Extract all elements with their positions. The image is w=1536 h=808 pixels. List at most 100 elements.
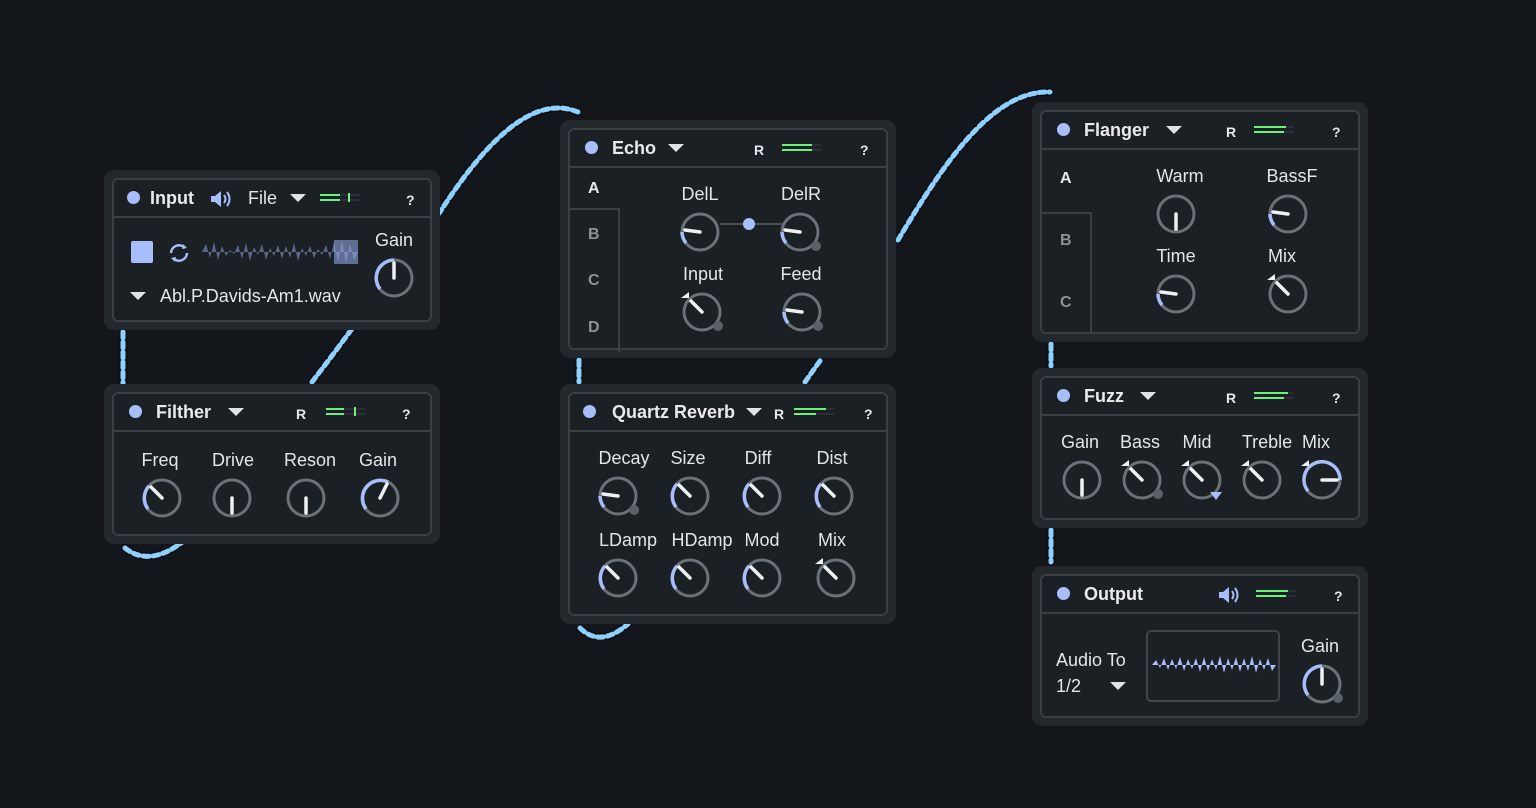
device-echo-body: Echo R ? A B C D DelL DelR Input Feed xyxy=(568,128,888,352)
tab-d[interactable]: D xyxy=(588,319,600,337)
level-meter xyxy=(320,193,360,203)
device-on-toggle[interactable] xyxy=(1057,123,1070,136)
waveform-display[interactable] xyxy=(202,236,358,268)
delr-knob[interactable] xyxy=(778,210,822,254)
dell-knob[interactable] xyxy=(678,210,722,254)
mix-knob[interactable] xyxy=(1300,458,1344,502)
chevron-down-icon[interactable] xyxy=(1140,392,1156,400)
source-select[interactable]: File xyxy=(248,188,277,209)
link-toggle[interactable] xyxy=(743,218,755,230)
device-echo: Echo R ? A B C D DelL DelR Input Feed xyxy=(560,120,896,358)
device-on-toggle[interactable] xyxy=(583,405,596,418)
help-button[interactable]: ? xyxy=(864,406,873,422)
stop-icon[interactable] xyxy=(131,241,153,263)
knob-label: Time xyxy=(1156,246,1196,266)
mid-knob[interactable] xyxy=(1180,458,1224,502)
chevron-down-icon[interactable] xyxy=(228,408,244,416)
knob-label: DelR xyxy=(780,184,821,204)
bassf-knob[interactable] xyxy=(1266,192,1310,236)
tab-divider xyxy=(618,208,620,352)
device-header: Echo R ? xyxy=(570,130,886,168)
tab-b[interactable]: B xyxy=(1060,232,1072,250)
cable-echo-reverb[interactable] xyxy=(575,354,826,386)
tab-a[interactable]: A xyxy=(1060,170,1072,188)
device-header: Output ? xyxy=(1042,576,1358,614)
dist-knob[interactable] xyxy=(812,474,856,518)
gain-knob[interactable] xyxy=(372,256,416,300)
device-on-toggle[interactable] xyxy=(1057,587,1070,600)
randomize-button[interactable]: R xyxy=(774,406,784,422)
gain-knob[interactable] xyxy=(1300,662,1344,706)
device-input-body: Input File ? Abl.P.Davids-Am1.wav Gain xyxy=(112,178,432,322)
size-knob[interactable] xyxy=(668,474,712,518)
chevron-down-icon[interactable] xyxy=(1110,682,1126,690)
mix-knob[interactable] xyxy=(1266,272,1310,316)
device-header: Quartz Reverb R ? xyxy=(570,394,886,432)
loop-icon[interactable] xyxy=(166,240,192,266)
bass-knob[interactable] xyxy=(1120,458,1164,502)
tab-divider xyxy=(1042,212,1092,214)
randomize-button[interactable]: R xyxy=(754,142,764,158)
warm-knob[interactable] xyxy=(1154,192,1198,236)
chevron-down-icon[interactable] xyxy=(668,144,684,152)
device-filther-body: Filther R ? Freq Drive Reson Gain xyxy=(112,392,432,536)
device-on-toggle[interactable] xyxy=(127,191,140,204)
file-name: Abl.P.Davids-Am1.wav xyxy=(160,286,341,306)
help-button[interactable]: ? xyxy=(406,192,415,208)
ldamp-knob[interactable] xyxy=(596,556,640,600)
device-title: Fuzz xyxy=(1084,386,1124,406)
diff-knob[interactable] xyxy=(740,474,784,518)
device-title: Flanger xyxy=(1084,120,1150,140)
device-header: Flanger R ? xyxy=(1042,112,1358,150)
randomize-button[interactable]: R xyxy=(296,406,306,422)
device-header: Fuzz R ? xyxy=(1042,378,1358,416)
input-knob[interactable] xyxy=(680,290,724,334)
help-button[interactable]: ? xyxy=(1334,588,1343,604)
chevron-down-icon[interactable] xyxy=(746,408,762,416)
help-button[interactable]: ? xyxy=(1332,390,1341,406)
hdamp-knob[interactable] xyxy=(668,556,712,600)
reson-knob[interactable] xyxy=(284,476,328,520)
output-waveform xyxy=(1152,656,1276,673)
help-button[interactable]: ? xyxy=(860,142,869,158)
tab-a[interactable]: A xyxy=(588,180,600,198)
tab-c[interactable]: C xyxy=(588,272,600,290)
device-on-toggle[interactable] xyxy=(1057,389,1070,402)
randomize-button[interactable]: R xyxy=(1226,124,1236,140)
knob-label: Mix xyxy=(818,530,846,550)
knob-label: Gain xyxy=(374,230,414,250)
gain-knob[interactable] xyxy=(1060,458,1104,502)
device-fuzz: Fuzz R ? Gain Bass Mid Treble Mix xyxy=(1032,368,1368,528)
time-knob[interactable] xyxy=(1154,272,1198,316)
chevron-down-icon[interactable] xyxy=(1166,126,1182,134)
level-meter xyxy=(782,143,822,153)
audio-to-select[interactable]: 1/2 xyxy=(1056,676,1081,697)
mix-knob[interactable] xyxy=(814,556,858,600)
tab-b[interactable]: B xyxy=(588,226,600,244)
level-meter xyxy=(326,407,366,417)
knob-label: DelL xyxy=(681,184,719,204)
level-meter xyxy=(1256,589,1296,599)
device-title: Quartz Reverb xyxy=(612,402,736,422)
level-meter xyxy=(1254,391,1294,401)
feed-knob[interactable] xyxy=(780,290,824,334)
device-on-toggle[interactable] xyxy=(585,141,598,154)
knob-label: Gain xyxy=(358,450,398,470)
mod-knob[interactable] xyxy=(740,556,784,600)
device-flanger: Flanger R ? A B C Warm BassF Time Mix xyxy=(1032,102,1368,342)
speaker-icon[interactable] xyxy=(1218,585,1240,605)
decay-knob[interactable] xyxy=(596,474,640,518)
gain-knob[interactable] xyxy=(358,476,402,520)
help-button[interactable]: ? xyxy=(1332,124,1341,140)
chevron-down-icon[interactable] xyxy=(290,194,306,202)
randomize-button[interactable]: R xyxy=(1226,390,1236,406)
tab-divider xyxy=(570,208,620,210)
freq-knob[interactable] xyxy=(140,476,184,520)
tab-c[interactable]: C xyxy=(1060,294,1072,312)
device-on-toggle[interactable] xyxy=(129,405,142,418)
file-browser-toggle[interactable] xyxy=(130,292,146,300)
drive-knob[interactable] xyxy=(210,476,254,520)
help-button[interactable]: ? xyxy=(402,406,411,422)
speaker-icon[interactable] xyxy=(210,189,232,209)
treble-knob[interactable] xyxy=(1240,458,1284,502)
